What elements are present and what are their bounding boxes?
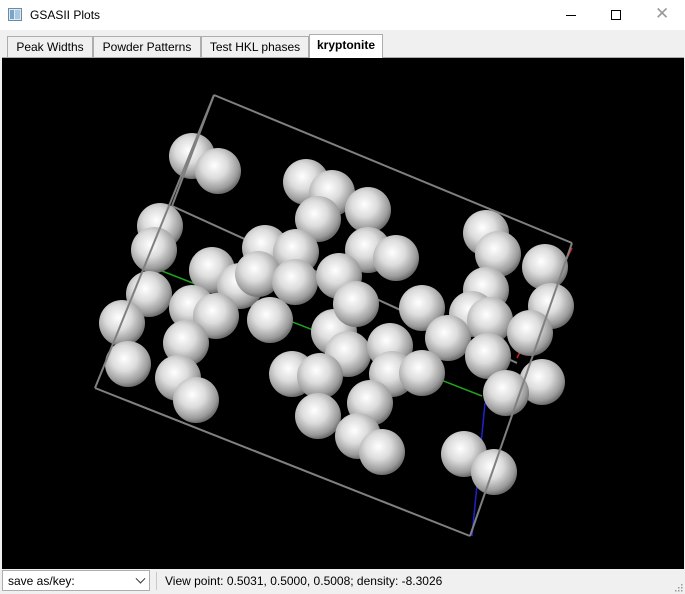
atom-sphere bbox=[359, 429, 405, 475]
save-as-key-value: save as/key: bbox=[8, 574, 75, 588]
tab-kryptonite[interactable]: kryptonite bbox=[309, 34, 383, 58]
status-bar: save as/key: View point: 0.5031, 0.5000,… bbox=[0, 569, 685, 594]
unit-cell-edge bbox=[213, 94, 573, 244]
atom-sphere bbox=[483, 370, 529, 416]
chevron-down-icon bbox=[135, 573, 146, 584]
maximize-icon bbox=[611, 10, 621, 20]
structure-3d-canvas[interactable] bbox=[2, 57, 684, 570]
plot-tab-bar: Peak Widths Powder Patterns Test HKL pha… bbox=[0, 30, 685, 58]
atom-sphere bbox=[522, 244, 568, 290]
minimize-icon bbox=[566, 15, 576, 16]
save-as-key-select[interactable]: save as/key: bbox=[2, 570, 150, 591]
status-separator bbox=[156, 572, 157, 590]
atom-sphere bbox=[373, 235, 419, 281]
atom-sphere bbox=[333, 281, 379, 327]
tab-powder-patterns[interactable]: Powder Patterns bbox=[93, 36, 201, 57]
atom-sphere bbox=[173, 377, 219, 423]
resize-grip-icon[interactable] bbox=[673, 582, 683, 592]
atom-sphere bbox=[272, 259, 318, 305]
atom-sphere bbox=[297, 353, 343, 399]
unit-cell-edge bbox=[94, 387, 471, 537]
view-point-readout: View point: 0.5031, 0.5000, 0.5008; dens… bbox=[165, 574, 443, 588]
atom-sphere bbox=[471, 449, 517, 495]
atom-sphere bbox=[399, 350, 445, 396]
app-window-icon bbox=[8, 8, 22, 21]
atom-sphere bbox=[345, 187, 391, 233]
atom-sphere bbox=[131, 227, 177, 273]
tab-test-hkl-phases[interactable]: Test HKL phases bbox=[201, 36, 309, 57]
minimize-button[interactable] bbox=[548, 0, 594, 30]
close-icon: ✕ bbox=[655, 4, 670, 24]
tab-peak-widths[interactable]: Peak Widths bbox=[7, 36, 93, 57]
window-title: GSASII Plots bbox=[30, 8, 101, 22]
atom-sphere bbox=[247, 297, 293, 343]
structure-plot[interactable] bbox=[2, 58, 684, 570]
maximize-button[interactable] bbox=[594, 0, 640, 30]
atom-sphere bbox=[295, 393, 341, 439]
close-button[interactable]: ✕ bbox=[639, 0, 685, 30]
atom-sphere bbox=[195, 148, 241, 194]
title-bar: GSASII Plots ✕ bbox=[0, 0, 685, 30]
